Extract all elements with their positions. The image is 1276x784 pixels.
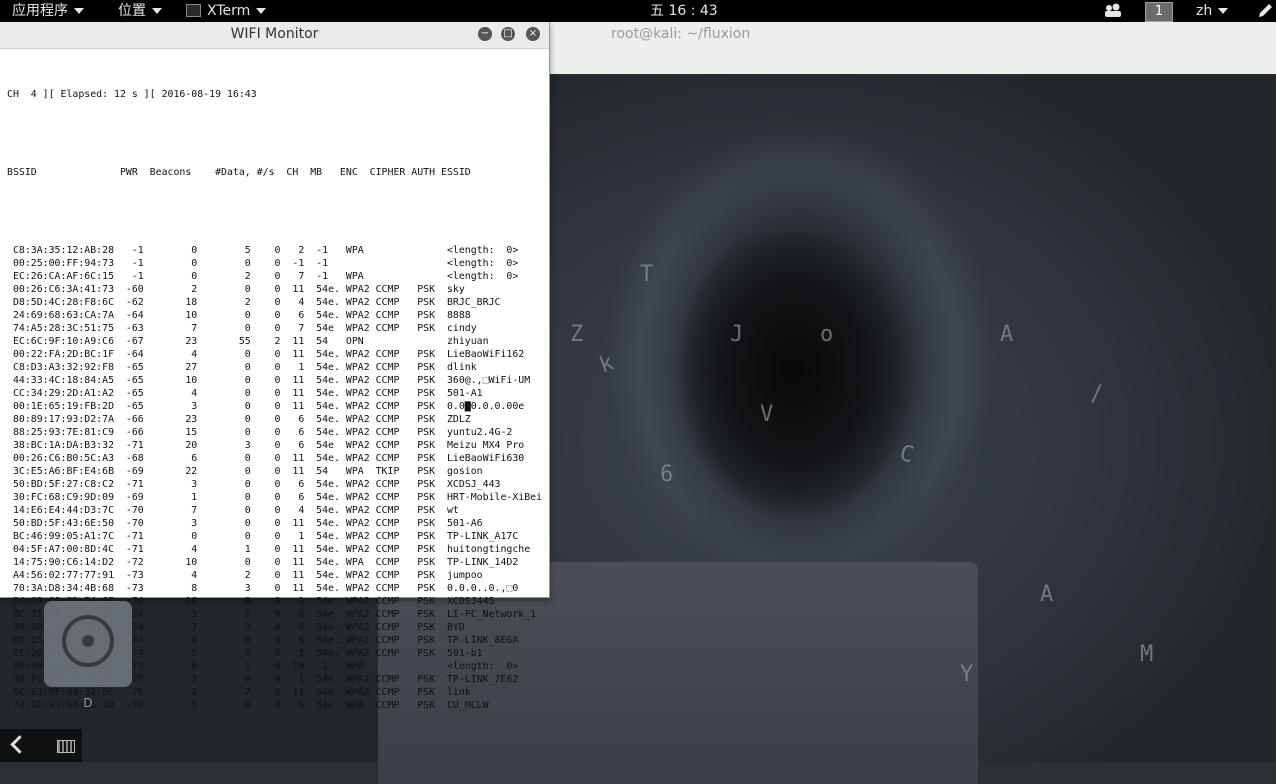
network-row: 38:BC:1A:DA:B3:32 -71 20 3 0 6 54e WPA2 … [7, 440, 525, 451]
back-arrow-icon[interactable] [10, 735, 29, 754]
maximize-icon: □ [503, 28, 513, 39]
minimize-button[interactable]: − [478, 27, 492, 41]
workspace-number: 1 [1145, 2, 1173, 22]
app-menu-xterm[interactable]: XTerm [186, 0, 267, 22]
network-row: 00:22:FA:2D:BC:1F -64 4 0 0 11 54e. WPA2… [7, 349, 525, 360]
network-row: 50:BD:5F:27:C8:C2 -71 3 0 0 6 54e. WPA2 … [7, 479, 501, 490]
chevron-down-icon [74, 8, 84, 14]
network-row: 14:E6:E4:44:D3:7C -70 7 0 0 4 54e. WPA2 … [7, 505, 459, 516]
applications-menu[interactable]: 应用程序 [12, 0, 84, 22]
network-row: 30:FC:68:C9:9D:09 -69 1 0 0 6 54e. WPA2 … [7, 492, 543, 503]
places-menu[interactable]: 位置 [118, 0, 162, 22]
network-row: 00:25:00:FF:94:73 -1 0 0 0 -1 -1 <length… [7, 258, 519, 269]
drive-icon [62, 615, 114, 667]
network-row: 24:69:68:63:CA:7A -64 10 0 0 6 54e. WPA2… [7, 310, 471, 321]
network-row: 14:75:90:C6:14:D2 -72 10 0 0 11 54e. WPA… [7, 557, 519, 568]
workspace-indicator[interactable]: 1 [1145, 0, 1173, 22]
network-row: C8:3A:35:12:AB:28 -1 0 5 0 2 -1 WPA <len… [7, 245, 519, 256]
table-header: BSSID PWR Beacons #Data, #/s CH MB ENC C… [7, 167, 471, 178]
edit-pencil-icon[interactable] [1256, 0, 1274, 29]
network-row: BC:46:99:05:A1:7C -71 0 0 0 1 54e. WPA2 … [7, 531, 519, 542]
network-row: 3C:E5:A6:BF:E4:6B -69 22 0 0 11 54 WPA T… [7, 466, 483, 477]
top-panel: 应用程序 位置 XTerm 五 16 : 43 1 zh [0, 0, 1276, 22]
applications-menu-label: 应用程序 [12, 3, 68, 19]
close-button[interactable]: × [526, 27, 540, 41]
network-row: 74:A5:28:3C:51:75 -63 7 0 0 7 54e WPA2 C… [7, 323, 477, 334]
window-titlebar[interactable]: WIFI Monitor − □ × [0, 22, 549, 49]
screen-share-icon[interactable] [1104, 0, 1122, 29]
network-row: C8:D3:A3:32:92:F8 -65 27 0 0 1 54e. WPA2… [7, 362, 477, 373]
network-row: EC:6C:9F:10:A9:C6 -67 23 55 2 11 54 OPN … [7, 336, 489, 347]
clock[interactable]: 五 16 : 43 [650, 0, 718, 22]
chevron-down-icon [152, 8, 162, 14]
places-menu-label: 位置 [118, 3, 146, 19]
wifi-monitor-window[interactable]: WIFI Monitor − □ × CH 4 ][ Elapsed: 12 s… [0, 22, 550, 711]
input-method-menu[interactable]: zh [1196, 0, 1229, 22]
bottom-panel [0, 729, 82, 762]
wallpaper-face-shadow [670, 232, 920, 532]
network-row: 70:3A:D8:34:4B:68 -73 8 3 0 11 54e. WPA2… [7, 583, 519, 594]
minimize-icon: − [480, 28, 490, 39]
network-row: 88:25:93:7E:81:C9 -66 15 0 0 6 54e. WPA2… [7, 427, 513, 438]
maximize-button[interactable]: □ [501, 27, 515, 41]
window-title: WIFI Monitor [230, 26, 319, 42]
network-row: 80:89:17:93:D2:7A -66 23 0 0 6 54e. WPA2… [7, 414, 471, 425]
drive-desktop-icon[interactable] [44, 601, 132, 687]
background-window-title: root@kali: ~/fluxion [611, 26, 751, 42]
network-row: D8:5D:4C:28:F8:6C -62 18 2 0 4 54e. WPA2… [7, 297, 501, 308]
chevron-down-icon [1218, 8, 1229, 14]
close-icon: × [528, 28, 538, 39]
network-row: 44:33:4C:18:84:A5 -65 10 0 0 11 54e. WPA… [7, 375, 531, 386]
network-row: 00:26:C6:3A:41:73 -60 2 0 0 11 54e. WPA2… [7, 284, 465, 295]
network-row: 00:1E:65:19:FB:2D -65 3 0 0 11 54e. WPA2… [7, 401, 525, 412]
chevron-down-icon [256, 8, 267, 14]
network-row: 04:5F:A7:00:8D:4C -71 4 1 0 11 54e. WPA2… [7, 544, 531, 555]
status-line: CH 4 ][ Elapsed: 12 s ][ 2016-08-19 16:4… [7, 89, 257, 100]
network-row: 50:BD:5F:43:6E:50 -70 3 0 0 11 54e. WPA2… [7, 518, 483, 529]
desktop-icon-label: D [83, 696, 93, 710]
network-row: EC:26:CA:AF:6C:15 -1 0 2 0 7 -1 WPA <len… [7, 271, 519, 282]
input-method-label: zh [1196, 3, 1213, 19]
app-menu-label: XTerm [207, 3, 251, 19]
network-row: 00:26:C6:B0:5C:A3 -68 6 0 0 11 54e. WPA2… [7, 453, 525, 464]
keyboard-icon[interactable] [57, 740, 75, 753]
network-row: A4:56:02:77:77:91 -73 4 2 0 11 54e. WPA2… [7, 570, 483, 581]
xterm-icon [186, 3, 201, 17]
network-row: CC:34:29:2D:A1:A2 -65 4 0 0 11 54e. WPA2… [7, 388, 483, 399]
